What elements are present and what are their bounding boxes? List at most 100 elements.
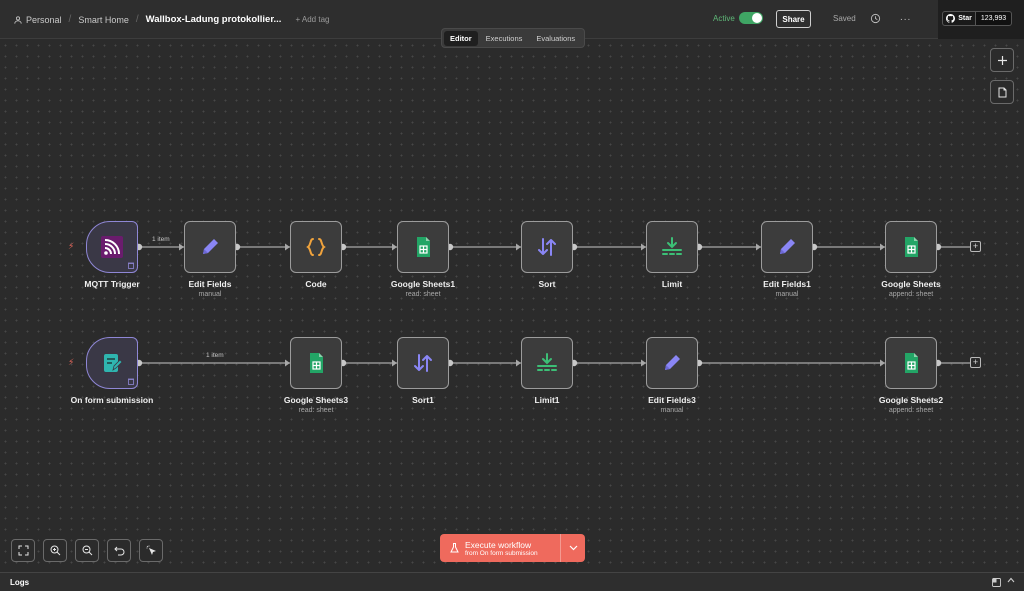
node-label: Sort [538,279,556,289]
tab-editor[interactable]: Editor [444,30,478,46]
node-label: Code [305,279,327,289]
node-label: Google Sheets2 [878,395,944,405]
form-icon [104,354,123,372]
execute-workflow-main[interactable]: Execute workflow from On form submission [440,534,560,562]
view-tabs: Editor Executions Evaluations [441,28,585,48]
limit-icon [662,237,682,255]
workflow-title[interactable]: Wallbox-Ladung protokollier... [146,14,282,25]
limit-icon [537,353,557,371]
google-sheets-icon [905,353,918,373]
node-sort1[interactable] [397,337,449,389]
add-node-button[interactable]: + [970,357,981,368]
node-label: On form submission [70,395,154,405]
node-mqtt-trigger[interactable] [86,221,138,273]
history-icon[interactable] [870,13,881,24]
breadcrumb-separator: / [135,14,139,25]
logs-panel-bar[interactable]: Logs [0,572,1024,591]
workflow-canvas[interactable] [0,40,1024,572]
trigger-bolt-icon: ⚡ [68,357,75,367]
sort-arrows-icon [414,354,432,372]
node-edit-fields1[interactable] [761,221,813,273]
zoom-out-button[interactable] [75,539,99,562]
node-google-sheets2[interactable] [885,337,937,389]
github-star-count[interactable]: 123,993 [976,11,1012,26]
chevron-down-icon [569,545,577,551]
google-sheets-icon [417,237,430,257]
github-icon [946,14,956,23]
breadcrumb: Personal / Smart Home / Wallbox-Ladung p… [14,0,329,39]
popout-icon[interactable] [992,578,1001,587]
fit-view-button[interactable] [11,539,35,562]
execute-workflow-button[interactable]: Execute workflow from On form submission [440,534,585,562]
fit-view-icon [18,545,28,556]
edge-item-count: 1 item [206,352,224,359]
node-subtitle: append: sheet [888,291,934,298]
node-label: Limit [661,279,683,289]
node-subtitle: manual [660,407,684,414]
edge-item-count: 1 item [152,236,170,243]
breadcrumb-separator: / [68,14,72,25]
user-icon [14,15,22,24]
node-google-sheets[interactable] [885,221,937,273]
tidy-up-button[interactable] [139,539,163,562]
chevron-up-icon[interactable] [1007,577,1015,583]
node-subtitle: append: sheet [888,407,934,414]
pencil-icon [203,239,218,254]
node-subtitle: read: sheet [405,291,441,298]
node-label: Google Sheets [881,279,941,289]
active-label: Active [713,13,735,23]
undo-button[interactable] [107,539,131,562]
node-on-form-submission[interactable] [86,337,138,389]
undo-icon [113,546,124,556]
sticky-note-button[interactable] [990,80,1014,104]
active-status: Active [713,12,763,24]
github-star-button[interactable]: Star [942,11,976,26]
note-icon [998,87,1006,97]
add-node-button[interactable]: + [970,241,981,252]
saved-status: Saved [833,14,856,23]
node-subtitle: read: sheet [298,407,334,414]
trigger-bolt-icon: ⚡ [68,241,75,251]
zoom-in-button[interactable] [43,539,67,562]
node-edit-fields[interactable] [184,221,236,273]
execute-trigger-dropdown[interactable] [561,534,585,562]
node-google-sheets3[interactable] [290,337,342,389]
add-tag-button[interactable]: + Add tag [295,15,329,24]
trash-icon [128,378,134,385]
mqtt-icon [101,236,123,258]
add-node-panel-button[interactable] [990,48,1014,72]
active-toggle[interactable] [738,12,763,24]
node-code[interactable] [290,221,342,273]
node-edit-fields3[interactable] [646,337,698,389]
node-limit[interactable] [646,221,698,273]
pencil-icon [780,239,795,254]
node-label: Limit1 [534,395,560,405]
node-sort[interactable] [521,221,573,273]
google-sheets-icon [310,353,323,373]
node-label: Google Sheets1 [390,279,456,289]
node-label: Edit Fields1 [763,279,811,289]
trash-icon [128,262,134,269]
tab-executions[interactable]: Executions [480,31,529,46]
tab-evaluations[interactable]: Evaluations [530,31,581,46]
zoom-out-icon [82,545,92,556]
zoom-in-icon [50,545,60,556]
sort-arrows-icon [538,238,556,256]
breadcrumb-project[interactable]: Personal [26,15,62,25]
node-limit1[interactable] [521,337,573,389]
node-google-sheets1[interactable] [397,221,449,273]
cursor-sparkle-icon [146,545,156,555]
code-braces-icon [306,238,326,256]
github-star-label: Star [958,15,972,22]
node-label: Google Sheets3 [283,395,349,405]
node-label: Edit Fields3 [648,395,696,405]
execute-workflow-sublabel: from On form submission [465,549,538,557]
pencil-icon [665,355,680,370]
node-label: Edit Fields [188,279,232,289]
breadcrumb-folder[interactable]: Smart Home [78,15,129,25]
more-options-icon[interactable]: ... [900,12,911,23]
share-button[interactable]: Share [776,10,811,28]
node-subtitle: manual [775,291,799,298]
workflow-editor: Personal / Smart Home / Wallbox-Ladung p… [0,0,1024,591]
flask-icon [450,543,459,553]
